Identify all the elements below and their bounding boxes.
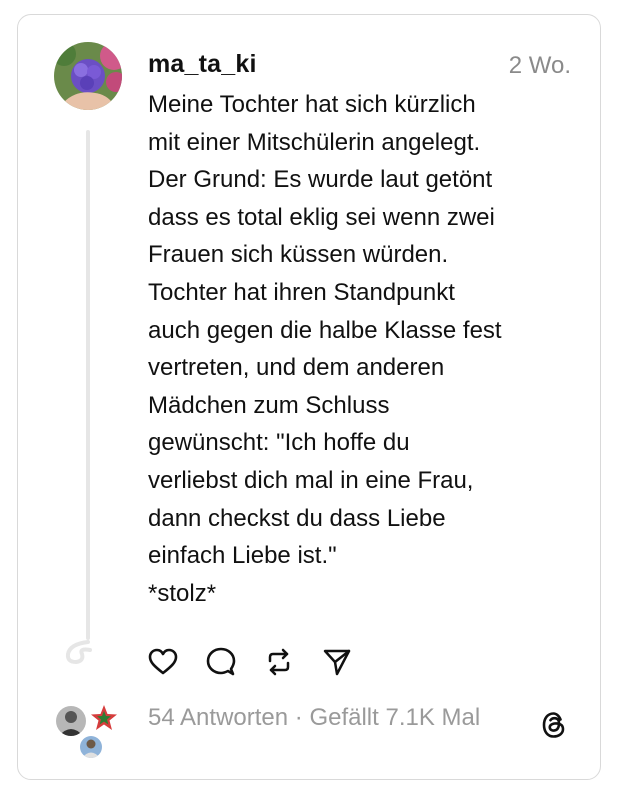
thread-line (86, 130, 90, 640)
reply-button[interactable] (204, 645, 238, 679)
post-time: 2 Wo. (508, 52, 571, 79)
replier-avatars[interactable] (52, 700, 132, 762)
heart-icon (148, 648, 178, 675)
thread-loop (65, 640, 92, 665)
repost-button[interactable] (262, 645, 296, 679)
post-stats: 54 Antworten · Gefällt 7.1K Mal (148, 704, 480, 732)
share-button[interactable] (320, 645, 354, 679)
like-button[interactable] (146, 645, 180, 679)
action-bar (146, 645, 378, 679)
replier-avatar-1 (54, 704, 88, 738)
username[interactable]: ma_ta_ki (148, 50, 257, 79)
likes-count[interactable]: Gefällt 7.1K Mal (309, 704, 480, 731)
star-badge-icon (89, 703, 119, 733)
send-icon (323, 649, 351, 676)
avatar[interactable] (54, 42, 122, 110)
post-text: Meine Tochter hat sich kürzlich mit eine… (148, 91, 502, 607)
repost-icon (268, 648, 290, 676)
threads-logo-icon (542, 712, 565, 738)
person-avatar-icon (56, 706, 86, 736)
comment-icon (206, 647, 236, 676)
stats-separator: · (288, 704, 310, 731)
person-avatar-icon (80, 736, 102, 758)
avatar-image (54, 42, 122, 110)
replier-avatar-2 (86, 700, 122, 736)
replies-count[interactable]: 54 Antworten (148, 704, 288, 731)
replier-avatar-3 (78, 734, 104, 760)
